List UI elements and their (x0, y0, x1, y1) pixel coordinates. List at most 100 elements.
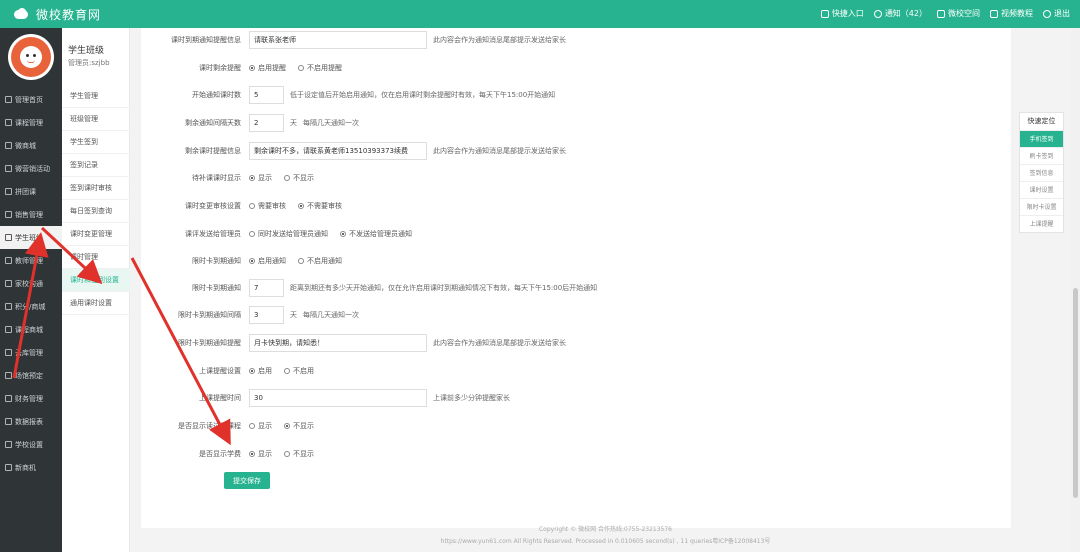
sidebar-item-home-school[interactable]: 家校沟通 (0, 272, 62, 295)
start-hours-input[interactable]: 5 (249, 86, 284, 104)
cloud-logo-icon (12, 8, 30, 20)
sidebar-item-school-settings[interactable]: 学校设置 (0, 433, 62, 456)
radio-disable-class-reminder[interactable]: 不启用 (284, 366, 314, 376)
expire-notice-message-input[interactable]: 请联系张老师 (249, 31, 427, 49)
sidebar-item-new-business[interactable]: 新商机 (0, 456, 62, 479)
quick-item-class-reminder[interactable]: 上课提醒 (1020, 215, 1063, 232)
logout-link[interactable]: 退出 (1043, 8, 1070, 19)
interval-days-input[interactable]: 2 (249, 114, 284, 132)
reminder-time-input[interactable]: 30 (249, 389, 427, 407)
radio-enable-class-reminder[interactable]: 启用 (249, 366, 272, 376)
sidebar-item-label: 数据报表 (15, 417, 43, 426)
sidebar-item-teachers[interactable]: 教师管理 (0, 249, 62, 272)
field-label: 限时卡到期通知 (192, 284, 241, 292)
form-row-interval-days: 剩余通知间隔天数 2 天每隔几天通知一次 (141, 113, 1011, 133)
field-label: 限时卡到期通知提醒 (178, 339, 241, 347)
sidebar-item-courses[interactable]: 课程管理 (0, 111, 62, 134)
scrollbar-thumb[interactable] (1073, 288, 1078, 498)
radio-label: 显示 (258, 450, 272, 458)
shortcut-link[interactable]: 快捷入口 (820, 8, 864, 19)
sidebar-item-label: 新商机 (15, 463, 36, 472)
sidebar-item-finance[interactable]: 财务管理 (0, 387, 62, 410)
form-row-class-reminder: 上课提醒设置 启用 不启用 (141, 361, 1011, 381)
quick-item-mobile-checkin[interactable]: 手机签到 (1020, 130, 1063, 147)
radio-label: 不显示 (293, 174, 314, 182)
sidebar-item-label: 微商城 (15, 141, 36, 150)
submenu-checkin-review[interactable]: 签到课时审核 (62, 177, 130, 200)
submenu-student-management[interactable]: 学生管理 (62, 85, 130, 108)
quick-locate-panel: 快速定位 手机签到 刷卡签到 签到信息 课时设置 限时卡设置 上课提醒 (1019, 112, 1064, 233)
submenu-hour-checkin-settings[interactable]: 课时和签到设置 (62, 269, 130, 292)
card-message-input[interactable]: 月卡快到期，请知悉！ (249, 334, 427, 352)
sidebar-item-sales[interactable]: 销售管理 (0, 203, 62, 226)
quick-locate-title: 快速定位 (1027, 117, 1056, 125)
space-icon (937, 9, 945, 18)
sidebar-item-label: 销售管理 (15, 210, 43, 219)
sidebar-item-marketing[interactable]: 微营销活动 (0, 157, 62, 180)
megaphone-icon (5, 165, 12, 172)
video-tutorial-link[interactable]: 视频教程 (990, 8, 1033, 19)
submit-save-button[interactable]: 提交保存 (224, 472, 270, 489)
radio-checked-icon (249, 65, 255, 71)
radio-notify-admin[interactable]: 同时发送给管理员通知 (249, 229, 328, 239)
card-expire-days-input[interactable]: 7 (249, 279, 284, 297)
form-row-card-message: 限时卡到期通知提醒 月卡快到期，请知悉！ 此内容会作为通知消息尾部提示发送给家长 (141, 333, 1011, 353)
submenu-student-checkin[interactable]: 学生签到 (62, 131, 130, 154)
sidebar-item-course-mall[interactable]: 课程商城 (0, 318, 62, 341)
sidebar-item-points[interactable]: 积分/商城 (0, 295, 62, 318)
avatar[interactable] (8, 34, 54, 80)
submenu-hour-management[interactable]: 课时管理 (62, 246, 130, 269)
sidebar-item-students[interactable]: 学生班级 (0, 226, 62, 249)
radio-hide-makeup[interactable]: 不显示 (284, 173, 314, 183)
radio-label: 启用提醒 (258, 64, 286, 72)
radio-disable-reminder[interactable]: 不启用提醒 (298, 63, 342, 73)
footer-copyright: Copyright © 微校网 合作热线:0755-23213576 (538, 526, 673, 533)
sidebar-item-group-buy[interactable]: 拼团课 (0, 180, 62, 203)
sidebar-item-reports[interactable]: 数据报表 (0, 410, 62, 433)
radio-checked-icon (284, 423, 290, 429)
avatar-eye (33, 54, 36, 57)
sidebar-item-cloud[interactable]: 云库管理 (0, 341, 62, 364)
field-hint: 上课前多少分钟提醒家长 (433, 394, 510, 402)
quick-item-hour-settings[interactable]: 课时设置 (1020, 181, 1063, 198)
radio-show-read-courses[interactable]: 显示 (249, 421, 272, 431)
field-hint: 每隔几天通知一次 (303, 119, 359, 127)
sidebar-item-home[interactable]: 管理首页 (0, 88, 62, 111)
radio-show-tuition[interactable]: 显示 (249, 449, 272, 459)
radio-label: 不启用通知 (307, 257, 342, 265)
radio-hide-read-courses[interactable]: 不显示 (284, 421, 314, 431)
quick-item-card-checkin[interactable]: 刷卡签到 (1020, 147, 1063, 164)
top-bar: 微校教育网 快捷入口 通知（42） 微校空间 视频教程 退出 (0, 0, 1080, 28)
space-link[interactable]: 微校空间 (937, 8, 980, 19)
sidebar-item-label: 学生班级 (15, 233, 43, 242)
quick-item-card-settings[interactable]: 限时卡设置 (1020, 198, 1063, 215)
group-icon (5, 188, 12, 195)
remaining-message-input[interactable]: 剩余课时不多，请联系黄老师13510393373续费 (249, 142, 427, 160)
submenu-hour-change[interactable]: 课时变更管理 (62, 223, 130, 246)
page-scrollbar[interactable] (1071, 28, 1080, 552)
radio-hide-tuition[interactable]: 不显示 (284, 449, 314, 459)
submenu-checkin-records[interactable]: 签到记录 (62, 154, 130, 177)
quick-item-checkin-info[interactable]: 签到信息 (1020, 164, 1063, 181)
logo[interactable]: 微校教育网 (12, 6, 101, 22)
notifications-link[interactable]: 通知（42） (873, 8, 927, 19)
app-title: 微校教育网 (36, 7, 102, 22)
radio-label: 不需要审核 (307, 202, 342, 210)
gift-icon (5, 303, 12, 310)
sidebar-item-venue[interactable]: 场馆预定 (0, 364, 62, 387)
sidebar-item-shop[interactable]: 微商城 (0, 134, 62, 157)
card-interval-input[interactable]: 3 (249, 306, 284, 324)
submenu-general-hour-settings[interactable]: 通用课时设置 (62, 292, 130, 315)
sidebar-item-label: 家校沟通 (15, 279, 43, 288)
radio-no-review[interactable]: 不需要审核 (298, 201, 342, 211)
radio-enable-reminder[interactable]: 启用提醒 (249, 63, 286, 73)
radio-disable-card-notice[interactable]: 不启用通知 (298, 256, 342, 266)
radio-enable-card-notice[interactable]: 启用通知 (249, 256, 286, 266)
radio-need-review[interactable]: 需要审核 (249, 201, 286, 211)
submenu-class-management[interactable]: 班级管理 (62, 108, 130, 131)
submenu-daily-checkin[interactable]: 每日签到查询 (62, 200, 130, 223)
sidebar-item-label: 云库管理 (15, 348, 43, 357)
radio-show-makeup[interactable]: 显示 (249, 173, 272, 183)
field-hint: 此内容会作为通知消息尾部提示发送给家长 (433, 36, 566, 44)
radio-no-notify-admin[interactable]: 不发送给管理员通知 (340, 229, 412, 239)
